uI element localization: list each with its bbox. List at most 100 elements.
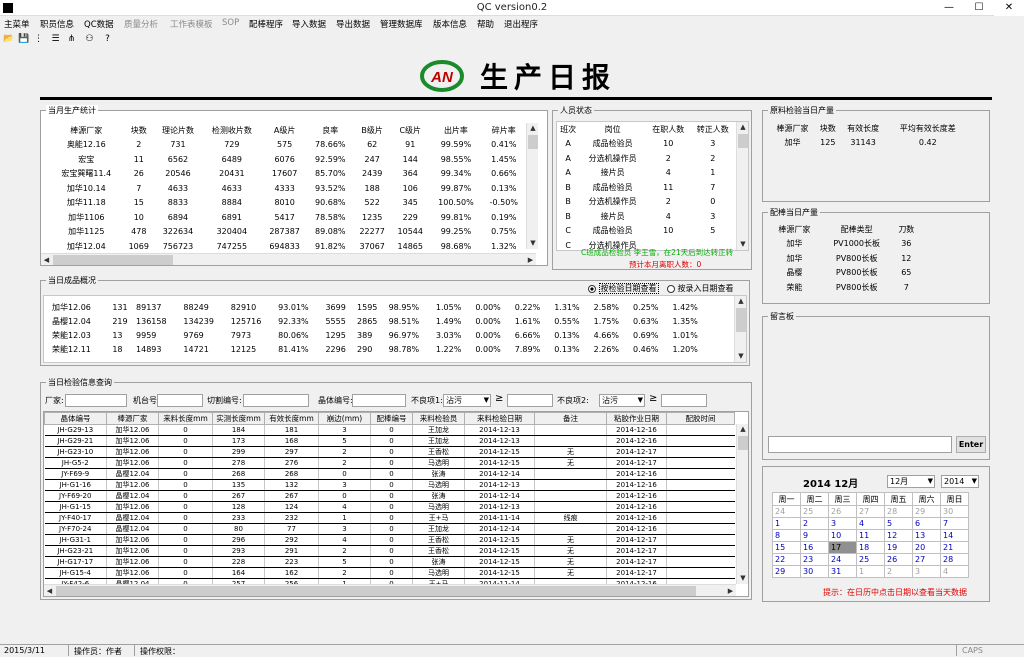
scroll-thumb[interactable] (738, 134, 748, 148)
calendar-day[interactable]: 27 (856, 505, 885, 518)
table-row[interactable]: JH-G17-17 加华12.06 0 228 223 5 0 张涛 2014-12-15 无 20… (44, 556, 735, 568)
scroll-up-icon[interactable]: ▲ (737, 122, 748, 133)
radio-by-entry[interactable]: 按录入日期查看 (667, 283, 734, 294)
scroll-thumb[interactable] (56, 586, 696, 596)
table-row[interactable]: 宏宝巽曙11.4 26 20546 20431 17607 85.70% 2439 364 99… (49, 167, 525, 182)
table-row[interactable]: A 接片员 4 1 (557, 166, 735, 181)
calendar-day[interactable]: 26 (828, 505, 857, 518)
table-row[interactable]: 加华12.04 1069 756723 747255 694833 91.82% 37067… (49, 239, 525, 254)
bad1-threshold-input[interactable] (507, 394, 553, 407)
table-row[interactable]: 加华1125 478 322634 320404 287387 89.08% 22277 10… (49, 225, 525, 240)
network-icon[interactable]: ⋔ (66, 34, 77, 45)
scroll-thumb[interactable] (738, 436, 748, 450)
machine-input[interactable] (157, 394, 203, 407)
table-row[interactable]: JH-G5-2 加华12.06 0 278 276 2 0 马选明 2014-12-15 无 201… (44, 457, 735, 469)
table-row[interactable]: 加华1106 10 6894 6891 5417 78.58% 1235 229 99.81% 0… (49, 210, 525, 225)
scroll-down-icon[interactable]: ▼ (737, 573, 748, 584)
scroll-left-icon[interactable]: ◀ (44, 585, 55, 596)
column-header[interactable]: 来料检验日期 (464, 412, 535, 425)
monthly-hscroll[interactable]: ◀ ▶ (41, 253, 536, 265)
calendar-day[interactable]: 10 (828, 529, 857, 542)
query-hscroll[interactable]: ◀ ▶ (44, 584, 736, 596)
calendar-day[interactable]: 14 (940, 529, 969, 542)
column-header[interactable]: 备注 (534, 412, 607, 425)
table-row[interactable]: JH-G23-21 加华12.06 0 293 291 2 0 王香松 2014-12-15 无 2… (44, 545, 735, 557)
table-row[interactable]: 加华11.18 15 8833 8884 8010 90.68% 522 345 100.50%… (49, 196, 525, 211)
radio-by-inspection[interactable]: 按检验日期查看 (588, 283, 659, 294)
column-header[interactable]: 晶体编号 (44, 412, 107, 425)
column-header[interactable]: 配棒编号 (370, 412, 413, 425)
help-icon[interactable]: ? (102, 34, 113, 45)
calendar-day[interactable]: 19 (884, 541, 913, 554)
minimize-button[interactable]: — (934, 0, 964, 16)
menu-item[interactable]: 质量分析 (124, 18, 158, 30)
table-row[interactable]: JH-G1-16 加华12.06 0 135 132 3 0 马选明 2014-12-13 201… (44, 479, 735, 491)
table-row[interactable]: 荣能12.11 18 14893 14721 12125 81.41% 2296 290 98.… (52, 342, 712, 356)
table-row[interactable]: 荣能 PV800长板 7 (769, 280, 919, 295)
crystal-input[interactable] (352, 394, 406, 407)
menu-item[interactable]: 配棒程序 (249, 18, 283, 30)
calendar-day[interactable]: 27 (912, 553, 941, 566)
month-select[interactable]: 12月 ▼ (887, 475, 935, 488)
table-row[interactable]: B 成品检验员 11 7 (557, 180, 735, 195)
table-row[interactable]: JH-G29-21 加华12.06 0 173 168 5 0 王加龙 2014-12-13 20… (44, 435, 735, 447)
calendar-day[interactable]: 13 (912, 529, 941, 542)
column-header[interactable]: 有效长度mm (264, 412, 319, 425)
menu-item[interactable]: 退出程序 (504, 18, 538, 30)
calendar-day[interactable]: 26 (884, 553, 913, 566)
calendar-day[interactable]: 29 (912, 505, 941, 518)
menu-item[interactable]: 主菜单 (4, 18, 30, 30)
calendar-day[interactable]: 24 (828, 553, 857, 566)
calendar-day[interactable]: 30 (800, 565, 829, 578)
calendar-day[interactable]: 28 (884, 505, 913, 518)
column-header[interactable]: 棒源厂家 (106, 412, 159, 425)
column-header[interactable]: 来料长度mm (158, 412, 213, 425)
column-header[interactable]: 来料检验员 (412, 412, 465, 425)
list-icon[interactable]: ☰ (50, 34, 61, 45)
tree-icon[interactable]: ⋮ (33, 34, 44, 45)
calendar-day[interactable]: 9 (800, 529, 829, 542)
column-header[interactable]: 实测长度mm (212, 412, 265, 425)
scroll-thumb[interactable] (736, 308, 746, 332)
calendar-day[interactable]: 6 (912, 517, 941, 530)
table-row[interactable]: JH-G23-10 加华12.06 0 299 297 2 0 王香松 2014-12-15 无 2… (44, 446, 735, 458)
scroll-right-icon[interactable]: ▶ (525, 254, 536, 266)
menu-item[interactable]: QC数据 (84, 18, 114, 30)
table-row[interactable]: JY-F69-20 晶樱12.04 0 267 267 0 0 张涛 2014-12-14 201… (44, 490, 735, 502)
table-row[interactable]: 荣能12.03 13 9959 9769 7973 80.06% 1295 389 96.97%… (52, 328, 712, 342)
table-row[interactable]: JH-G15-4 加华12.06 0 164 162 2 0 马选明 2014-12-15 无 20… (44, 567, 735, 579)
table-row[interactable]: 加华12.06 131 89137 88249 82910 93.01% 3699 1595 9… (52, 300, 712, 314)
column-header[interactable]: 粘胶作业日期 (606, 412, 667, 425)
table-row[interactable]: 加华 PV1000长板 36 (769, 237, 919, 252)
bad2-select[interactable]: 沾污 ▼ (599, 394, 645, 407)
calendar-day[interactable]: 2 (884, 565, 913, 578)
calendar-day[interactable]: 20 (912, 541, 941, 554)
calendar-day[interactable]: 25 (800, 505, 829, 518)
calendar-day[interactable]: 18 (856, 541, 885, 554)
table-row[interactable]: 加华 125 31143 0.42 (769, 136, 969, 151)
users-icon[interactable]: ⚇ (84, 34, 95, 45)
calendar-day[interactable]: 1 (856, 565, 885, 578)
calendar-day[interactable]: 29 (772, 565, 801, 578)
message-input[interactable] (768, 436, 952, 453)
calendar-day[interactable]: 16 (800, 541, 829, 554)
menu-item[interactable]: 版本信息 (433, 18, 467, 30)
cutting-input[interactable] (243, 394, 309, 407)
menu-item[interactable]: 工作表模板 (170, 18, 213, 30)
table-row[interactable]: JH-G1-15 加华12.06 0 128 124 4 0 马选明 2014-12-13 201… (44, 501, 735, 513)
table-row[interactable]: JY-F69-9 晶樱12.04 0 268 268 0 0 张涛 2014-12-14 2014… (44, 468, 735, 480)
table-row[interactable]: C 成品检验员 10 5 (557, 224, 735, 239)
calendar-day[interactable]: 7 (940, 517, 969, 530)
bad1-select[interactable]: 沾污 ▼ (443, 394, 491, 407)
table-row[interactable]: JY-F40-17 晶樱12.04 0 233 232 1 0 王+马 2014-11-14 线痕… (44, 512, 735, 524)
calendar-day[interactable]: 3 (912, 565, 941, 578)
calendar-day[interactable]: 3 (828, 517, 857, 530)
menu-item[interactable]: 帮助 (477, 18, 494, 30)
menu-item[interactable]: 职员信息 (40, 18, 74, 30)
scroll-down-icon[interactable]: ▼ (527, 238, 539, 249)
scroll-thumb[interactable] (528, 135, 538, 149)
calendar-day[interactable]: 24 (772, 505, 801, 518)
factory-input[interactable] (65, 394, 127, 407)
menu-item[interactable]: 导出数据 (336, 18, 370, 30)
calendar-day[interactable]: 4 (856, 517, 885, 530)
